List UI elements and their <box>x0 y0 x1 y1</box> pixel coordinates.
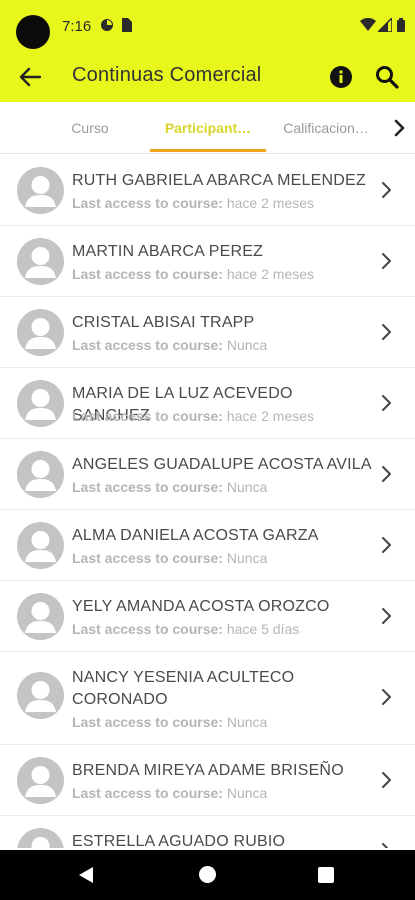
chevron-right-icon <box>382 843 389 848</box>
nav-home-icon[interactable] <box>199 866 216 883</box>
system-navigation-bar <box>0 850 415 900</box>
last-access: Last access to course: hace 2 meses <box>72 195 314 211</box>
wifi-icon <box>360 18 376 31</box>
last-access-label: Last access to course: <box>72 479 223 495</box>
tab-grades[interactable]: Calificacion… <box>272 102 380 154</box>
user-avatar-icon <box>17 757 64 804</box>
user-avatar-icon <box>17 167 64 214</box>
chevron-right-icon <box>382 182 391 198</box>
info-icon <box>330 66 352 88</box>
tabs-scroll-right-button[interactable] <box>388 113 412 143</box>
last-access-value: Nunca <box>226 785 268 801</box>
chevron-right-icon <box>382 253 391 269</box>
user-avatar-icon <box>17 828 64 848</box>
last-access-label: Last access to course: <box>72 621 223 637</box>
chevron-right-icon <box>382 608 391 624</box>
sim-card-icon <box>122 18 132 32</box>
participant-row[interactable]: RUTH GABRIELA ABARCA MELENDEZ Last access… <box>0 155 415 226</box>
last-access-value: Nunca <box>226 714 268 730</box>
last-access-value: hace 2 meses <box>226 266 315 282</box>
search-icon <box>376 66 399 89</box>
participant-row[interactable]: MARIA DE LA LUZ ACEVEDO SANCHEZ Last acce… <box>0 368 415 439</box>
last-access-label: Last access to course: <box>72 266 223 282</box>
participant-name: MARTIN ABARCA PEREZ <box>72 243 264 260</box>
tab-bar: Curso Participant… Calificacion… <box>0 102 415 154</box>
last-access: Last access to course: hace 5 días <box>72 621 299 637</box>
chevron-right-icon <box>382 466 391 482</box>
status-bar: 7:16 <box>0 0 415 52</box>
user-avatar-icon <box>17 380 64 427</box>
participant-name: ESTRELLA AGUADO RUBIO <box>72 833 286 848</box>
info-button[interactable] <box>328 64 354 90</box>
status-time: 7:16 <box>62 18 92 35</box>
camera-cutout <box>16 15 50 49</box>
participant-name: ANGELES GUADALUPE ACOSTA AVILA <box>72 456 372 473</box>
chevron-right-icon <box>394 119 405 137</box>
last-access-value: Nunca <box>226 479 268 495</box>
participant-row[interactable]: MARTIN ABARCA PEREZ Last access to course… <box>0 226 415 297</box>
chevron-right-icon <box>382 689 391 705</box>
last-access-label: Last access to course: <box>72 785 223 801</box>
last-access: Last access to course: Nunca <box>72 714 267 730</box>
chevron-right-icon <box>382 537 391 553</box>
last-access-label: Last access to course: <box>72 550 223 566</box>
participant-row[interactable]: ALMA DANIELA ACOSTA GARZA Last access to … <box>0 510 415 581</box>
last-access-label: Last access to course: <box>72 195 223 211</box>
user-avatar-icon <box>17 309 64 356</box>
last-access: Last access to course: Nunca <box>72 550 267 566</box>
active-tab-indicator <box>150 149 266 152</box>
tab-participants[interactable]: Participant… <box>152 102 264 154</box>
last-access-label: Last access to course: <box>72 408 223 424</box>
last-access-label: Last access to course: <box>72 714 223 730</box>
last-access-value: hace 2 meses <box>226 195 315 211</box>
user-avatar-icon <box>17 522 64 569</box>
last-access: Last access to course: hace 2 meses <box>72 408 314 424</box>
participant-name: CRISTAL ABISAI TRAPP <box>72 314 255 331</box>
participant-name: RUTH GABRIELA ABARCA MELENDEZ <box>72 172 366 189</box>
signal-icon <box>378 18 392 32</box>
last-access: Last access to course: Nunca <box>72 479 267 495</box>
participant-name: NANCY YESENIA ACULTECO CORONADO <box>72 669 295 708</box>
last-access-value: Nunca <box>226 550 268 566</box>
tab-curso[interactable]: Curso <box>45 102 135 154</box>
participant-row[interactable]: ANGELES GUADALUPE ACOSTA AVILA Last acces… <box>0 439 415 510</box>
participant-row[interactable]: CRISTAL ABISAI TRAPP Last access to cours… <box>0 297 415 368</box>
chevron-right-icon <box>382 324 391 340</box>
user-avatar-icon <box>17 672 64 719</box>
app-bar: Continuas Comercial <box>0 52 415 102</box>
participant-name: ALMA DANIELA ACOSTA GARZA <box>72 527 319 544</box>
nav-recents-icon[interactable] <box>318 867 334 883</box>
last-access: Last access to course: hace 2 meses <box>72 266 314 282</box>
chevron-right-icon <box>382 772 391 788</box>
user-avatar-icon <box>17 451 64 498</box>
participants-list: RUTH GABRIELA ABARCA MELENDEZ Last access… <box>0 155 415 848</box>
participant-row[interactable]: NANCY YESENIA ACULTECO CORONADO Last acce… <box>0 652 415 745</box>
battery-icon <box>397 18 405 32</box>
participant-row[interactable]: YELY AMANDA ACOSTA OROZCO Last access to … <box>0 581 415 652</box>
participant-row[interactable]: BRENDA MIREYA ADAME BRISEÑO Last access t… <box>0 745 415 816</box>
participant-name: YELY AMANDA ACOSTA OROZCO <box>72 598 330 615</box>
last-access: Last access to course: Nunca <box>72 785 267 801</box>
sync-status-icon <box>101 19 113 31</box>
last-access: Last access to course: Nunca <box>72 337 267 353</box>
participant-name: BRENDA MIREYA ADAME BRISEÑO <box>72 762 344 779</box>
last-access-value: hace 2 meses <box>226 408 315 424</box>
search-button[interactable] <box>373 63 401 91</box>
participant-row[interactable]: ESTRELLA AGUADO RUBIOLast access to cour… <box>0 816 415 848</box>
user-avatar-icon <box>17 238 64 285</box>
arrow-left-icon <box>19 67 41 87</box>
user-avatar-icon <box>17 593 64 640</box>
last-access-value: hace 5 días <box>226 621 300 637</box>
back-button[interactable] <box>14 62 46 92</box>
nav-back-icon[interactable] <box>78 866 94 884</box>
last-access-label: Last access to course: <box>72 337 223 353</box>
chevron-right-icon <box>382 395 391 411</box>
page-title: Continuas Comercial <box>72 64 262 86</box>
last-access-value: Nunca <box>226 337 268 353</box>
